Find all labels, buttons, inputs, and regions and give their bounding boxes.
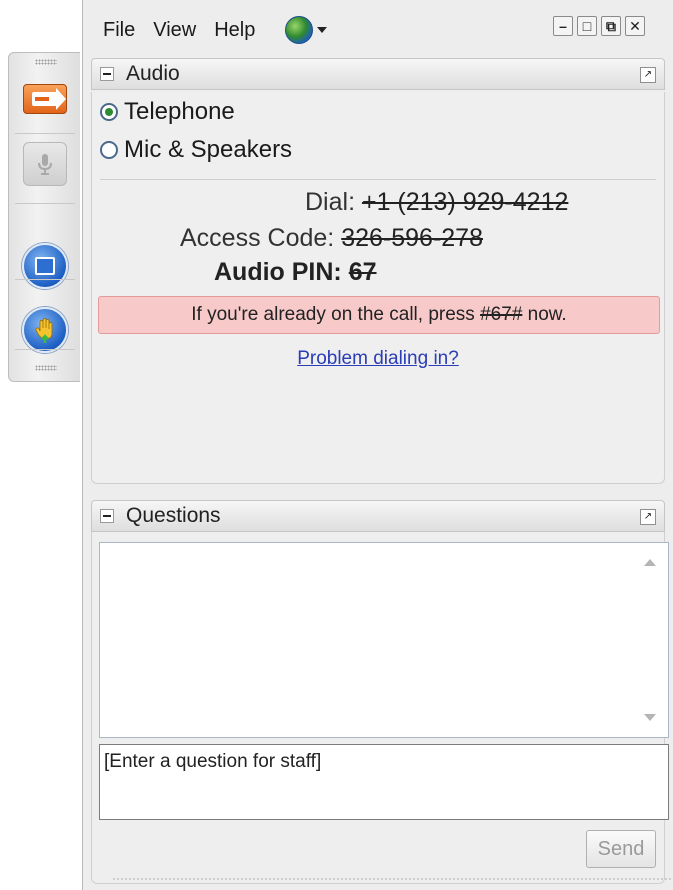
questions-panel-header: Questions ↗ (91, 500, 665, 532)
access-code-label: Access Code: (180, 224, 335, 252)
audio-panel-body: Telephone Mic & Speakers Dial: +1 (213) … (91, 92, 665, 484)
mic-speakers-option[interactable]: Mic & Speakers (100, 136, 292, 164)
popout-icon[interactable]: ↗ (640, 67, 656, 83)
notice-text-before: If you're already on the call, press (191, 304, 481, 325)
problem-dialing-link[interactable]: Problem dialing in? (92, 348, 664, 370)
audio-pin-line: Audio PIN: 67 (214, 258, 377, 287)
telephone-option[interactable]: Telephone (100, 98, 235, 126)
questions-log[interactable] (99, 542, 669, 738)
menu-view[interactable]: View (153, 19, 196, 42)
collapse-panel-button[interactable] (22, 81, 68, 117)
toolbar-divider (15, 203, 75, 204)
telephone-label: Telephone (124, 98, 235, 125)
questions-panel-title: Questions (126, 504, 221, 527)
microphone-button[interactable] (22, 141, 68, 187)
audio-panel-title: Audio (126, 62, 180, 85)
chevron-down-icon[interactable] (317, 27, 328, 33)
toolbar-grip-bottom[interactable] (35, 365, 57, 371)
toolbar-divider (15, 279, 75, 280)
dial-line: Dial: +1 (213) 929-4212 (305, 188, 568, 217)
menu-help[interactable]: Help (214, 19, 255, 42)
microphone-icon (23, 142, 67, 186)
popout-icon[interactable]: ↗ (640, 509, 656, 525)
floating-toolbar (8, 52, 80, 382)
audio-pin-value: 67 (348, 258, 377, 286)
arrow-right-icon (23, 84, 67, 114)
maximize-button[interactable]: □ (577, 16, 597, 36)
radio-unselected-icon[interactable] (100, 141, 118, 159)
toolbar-divider (15, 349, 75, 350)
scroll-up-icon[interactable] (644, 559, 656, 566)
radio-selected-icon[interactable] (100, 103, 118, 121)
questions-panel-body: [Enter a question for staff] Send (91, 532, 672, 884)
send-button[interactable]: Send (586, 830, 656, 868)
mic-speakers-label: Mic & Speakers (124, 136, 293, 163)
question-input[interactable]: [Enter a question for staff] (99, 744, 669, 820)
stop-button[interactable] (22, 243, 68, 289)
menu-file[interactable]: File (103, 19, 135, 42)
dial-number: +1 (213) 929-4212 (361, 188, 569, 216)
dial-label: Dial: (305, 188, 356, 216)
audio-pin-label: Audio PIN: (214, 258, 342, 286)
access-code-line: Access Code: 326-596-278 (180, 224, 483, 253)
audio-panel-header: Audio ↗ (91, 58, 665, 90)
toolbar-divider (15, 133, 75, 134)
raise-hand-button[interactable] (22, 307, 68, 353)
collapse-icon[interactable] (100, 509, 114, 523)
restore-button[interactable]: ⧉ (601, 16, 621, 36)
access-code-value: 326-596-278 (341, 224, 483, 252)
notice-text-after: now. (522, 304, 567, 325)
window-controls: – □ ⧉ ✕ (549, 16, 645, 36)
toolbar-grip-top[interactable] (35, 59, 57, 65)
close-button[interactable]: ✕ (625, 16, 645, 36)
notice-code: #67# (480, 304, 523, 325)
minimize-button[interactable]: – (553, 16, 573, 36)
stop-icon (22, 243, 68, 289)
globe-icon[interactable] (285, 16, 314, 44)
raise-hand-icon (22, 307, 68, 353)
control-panel-window: File View Help – □ ⧉ ✕ Audio ↗ Telephone… (82, 0, 673, 890)
already-on-call-notice: If you're already on the call, press #67… (98, 296, 660, 334)
resize-grip[interactable] (112, 877, 672, 881)
collapse-icon[interactable] (100, 67, 114, 81)
scroll-down-icon[interactable] (644, 714, 656, 721)
divider (100, 179, 656, 180)
